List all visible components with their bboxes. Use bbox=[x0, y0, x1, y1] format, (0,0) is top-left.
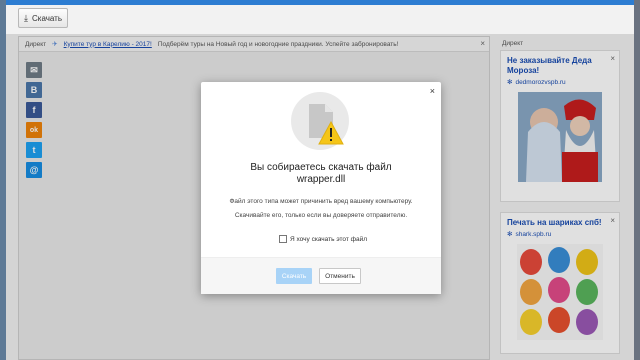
dialog-message-2: Скачивайте его, только если вы доверяете… bbox=[234, 212, 408, 219]
dialog-message-1: Файл этого типа может причинить вред ваш… bbox=[229, 198, 413, 205]
checkbox-label[interactable]: Я хочу скачать этот файл bbox=[290, 236, 367, 243]
confirm-download-button[interactable]: Скачать bbox=[276, 268, 312, 284]
confirm-checkbox[interactable]: Я хочу скачать этот файл bbox=[279, 235, 367, 243]
download-warning-dialog: × Вы собираетесь скачать файл wrapper.dl… bbox=[201, 82, 441, 294]
download-button[interactable]: ⤓ Скачать bbox=[18, 8, 68, 28]
download-button-label: Скачать bbox=[31, 13, 62, 23]
window-frame-right bbox=[634, 0, 640, 360]
dialog-footer: Скачать Отменить bbox=[201, 257, 441, 294]
checkbox-box[interactable] bbox=[279, 235, 287, 243]
download-icon: ⤓ bbox=[24, 12, 28, 23]
file-warning-icon bbox=[291, 92, 349, 150]
dialog-title: Вы собираетесь скачать файл wrapper.dll bbox=[250, 162, 392, 185]
cancel-button[interactable]: Отменить bbox=[319, 268, 361, 284]
close-icon[interactable]: × bbox=[430, 86, 435, 96]
